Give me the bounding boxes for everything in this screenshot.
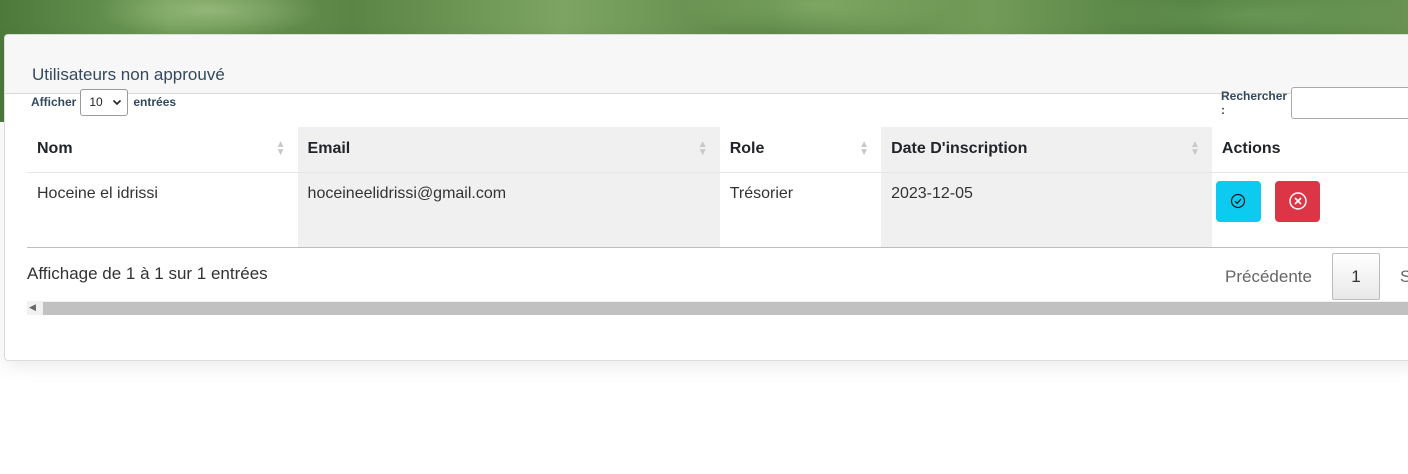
- horizontal-scrollbar[interactable]: ◀: [27, 301, 1408, 315]
- column-header-email[interactable]: Email ▲ ▼: [297, 127, 720, 173]
- next-page-button[interactable]: S: [1400, 267, 1408, 287]
- cell-date: 2023-12-05: [881, 172, 1212, 248]
- column-header-date[interactable]: Date D'inscription ▲ ▼: [881, 127, 1212, 173]
- card-header: Utilisateurs non approuvé: [5, 35, 1408, 94]
- sort-icon: ▲ ▼: [859, 139, 870, 158]
- length-prefix-label: Afficher: [31, 95, 77, 109]
- page-length-value: 10: [89, 95, 103, 109]
- cell-role: Trésorier: [719, 172, 882, 248]
- cell-actions: [1211, 172, 1408, 248]
- page-length-control: Afficher 10 entrées: [31, 88, 176, 116]
- page-1-button[interactable]: 1: [1331, 253, 1380, 300]
- users-table: Nom ▲ ▼ Email ▲ ▼ Role ▲ ▼ Date D'inscripti…: [27, 127, 1408, 248]
- sort-icon: ▲ ▼: [697, 139, 708, 158]
- column-header-nom[interactable]: Nom ▲ ▼: [27, 127, 298, 173]
- table-row: Hoceine el idrissi hoceineelidrissi@gmai…: [27, 172, 1408, 248]
- approve-button[interactable]: [1215, 180, 1261, 222]
- previous-page-button[interactable]: Précédente: [1213, 255, 1332, 299]
- scrollbar-thumb[interactable]: [43, 302, 1408, 315]
- column-header-actions: Actions: [1211, 127, 1408, 173]
- sort-icon: ▲ ▼: [1190, 139, 1200, 158]
- scroll-left-arrow-icon[interactable]: ◀: [29, 302, 36, 313]
- x-circle-icon: [1289, 192, 1307, 210]
- column-header-role[interactable]: Role ▲ ▼: [719, 127, 882, 173]
- page-length-select[interactable]: 10: [80, 88, 129, 116]
- cell-nom: Hoceine el idrissi: [27, 172, 298, 248]
- search-control: Rechercher :: [1221, 86, 1408, 119]
- table-header-row: Nom ▲ ▼ Email ▲ ▼ Role ▲ ▼ Date D'inscripti…: [27, 127, 1408, 173]
- pagination: Précédente 1 S: [1213, 253, 1408, 300]
- length-suffix-label: entrées: [133, 95, 177, 109]
- reject-button[interactable]: [1275, 180, 1321, 222]
- card-title: Utilisateurs non approuvé: [32, 65, 225, 84]
- sort-icon: ▲ ▼: [275, 139, 286, 158]
- chevron-down-icon: [112, 97, 122, 110]
- search-input[interactable]: [1291, 86, 1408, 119]
- cell-email: hoceineelidrissi@gmail.com: [297, 172, 720, 248]
- table-info-text: Affichage de 1 à 1 sur 1 entrées: [27, 264, 268, 283]
- search-label: Rechercher :: [1221, 88, 1288, 117]
- check-circle-icon: [1231, 193, 1246, 209]
